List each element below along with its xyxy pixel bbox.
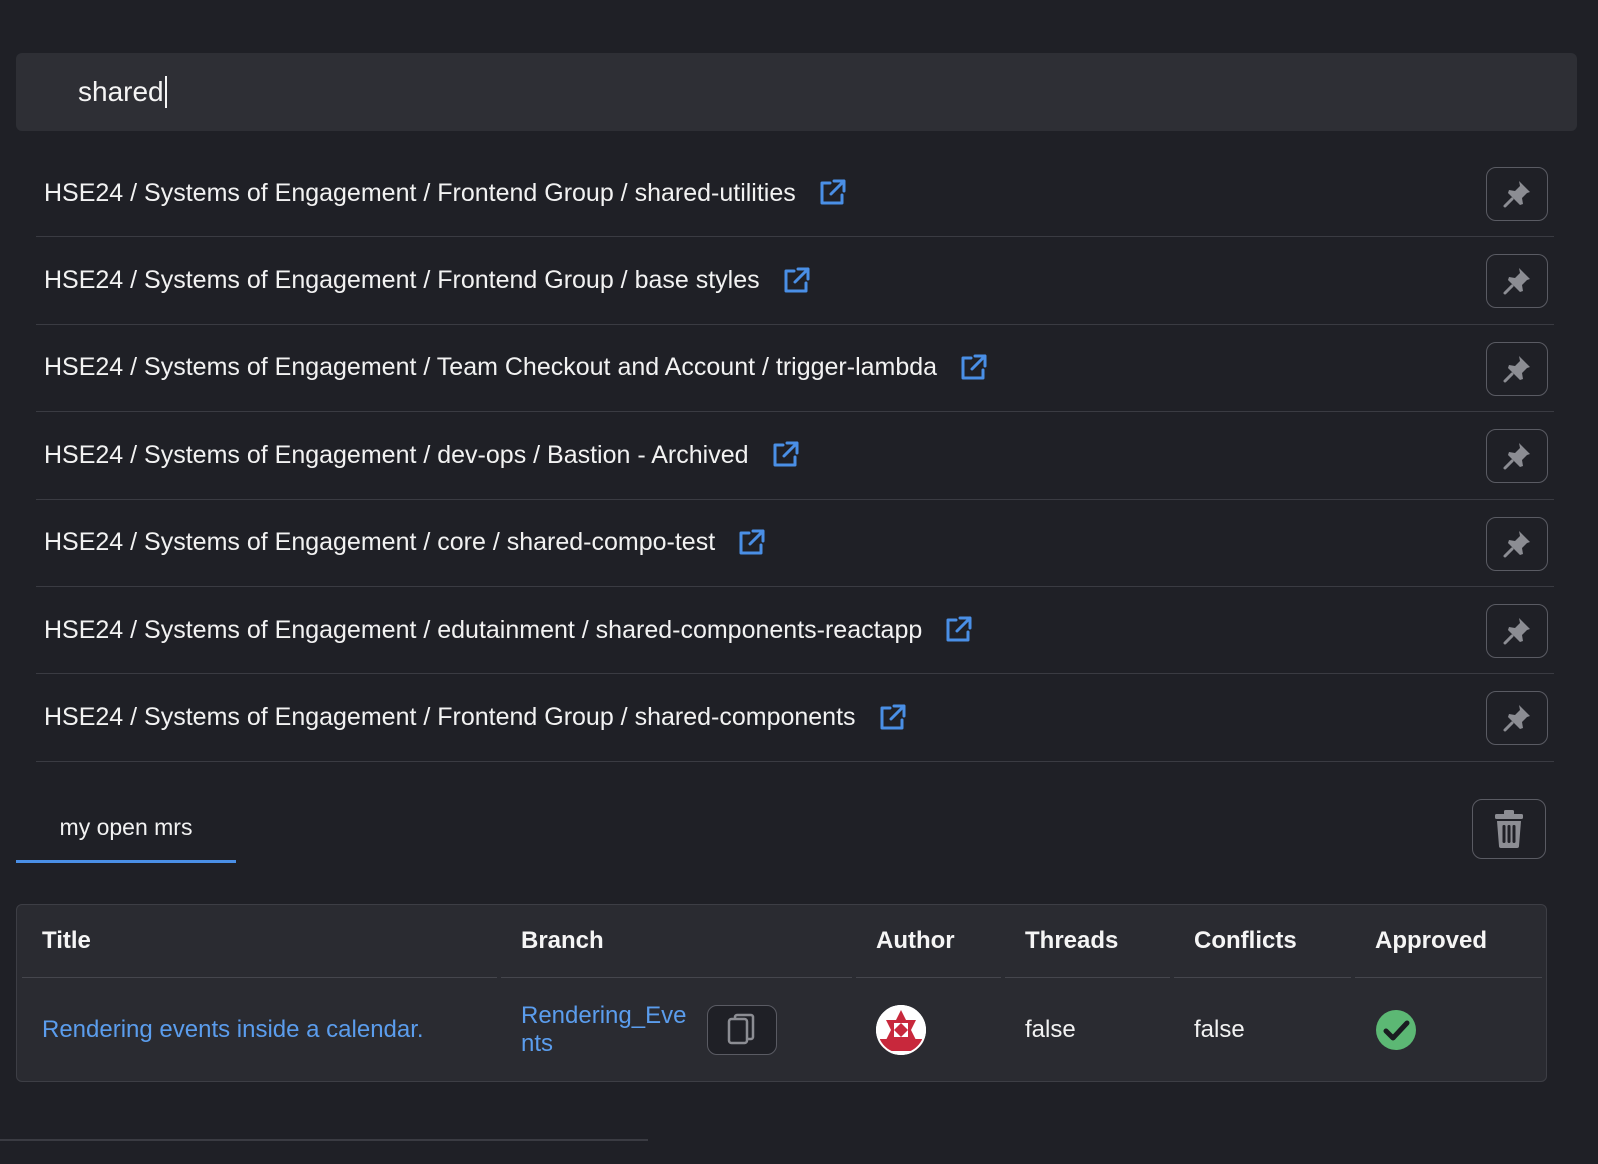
column-header-threads: Threads xyxy=(1005,905,1170,978)
branch-cell: Rendering_Events xyxy=(501,978,856,1082)
check-circle-icon xyxy=(1376,1010,1416,1050)
tab-my-open-mrs[interactable]: my open mrs xyxy=(16,795,236,863)
result-label[interactable]: HSE24 / Systems of Engagement / Frontend… xyxy=(44,703,856,732)
page: shared HSE24 / Systems of Engagement / F… xyxy=(0,0,1598,1164)
table-header-row: Title Branch Author Threads Conflicts Ap… xyxy=(22,905,1542,978)
result-item: HSE24 / Systems of Engagement / core / s… xyxy=(36,500,1554,587)
table-row: Rendering events inside a calendar. Rend… xyxy=(22,978,1542,1082)
pin-button[interactable] xyxy=(1486,254,1548,309)
external-link-icon[interactable] xyxy=(876,702,908,734)
pin-icon xyxy=(1503,355,1530,383)
result-link[interactable]: HSE24 / Systems of Engagement / Frontend… xyxy=(36,702,908,734)
pin-button[interactable] xyxy=(1486,691,1548,746)
copy-icon xyxy=(727,1013,755,1045)
divider xyxy=(0,1139,648,1141)
column-header-branch: Branch xyxy=(501,905,852,978)
pin-button[interactable] xyxy=(1486,516,1548,571)
result-label[interactable]: HSE24 / Systems of Engagement / Frontend… xyxy=(44,179,796,208)
conflicts-cell: false xyxy=(1194,1016,1245,1043)
result-item: HSE24 / Systems of Engagement / Team Che… xyxy=(36,325,1554,413)
author-avatar-icon xyxy=(876,1005,926,1055)
pin-icon xyxy=(1503,617,1530,645)
result-item: HSE24 / Systems of Engagement / Frontend… xyxy=(36,150,1554,238)
external-link-icon[interactable] xyxy=(816,177,848,209)
pin-icon xyxy=(1503,181,1530,208)
column-header-title: Title xyxy=(22,905,497,978)
pin-button[interactable] xyxy=(1486,341,1548,396)
threads-cell: false xyxy=(1025,1016,1076,1043)
branch-link[interactable]: Rendering_Events xyxy=(521,1002,693,1058)
delete-tab-button[interactable] xyxy=(1472,799,1546,859)
result-item: HSE24 / Systems of Engagement / Frontend… xyxy=(36,237,1554,325)
result-link[interactable]: HSE24 / Systems of Engagement / Frontend… xyxy=(36,177,848,209)
copy-branch-button[interactable] xyxy=(707,1005,777,1055)
external-link-icon[interactable] xyxy=(957,352,989,384)
result-link[interactable]: HSE24 / Systems of Engagement / core / s… xyxy=(36,527,767,559)
tab-bar: my open mrs xyxy=(16,795,1577,865)
pin-icon xyxy=(1503,705,1530,732)
search-input[interactable]: shared xyxy=(16,53,1577,131)
pin-icon xyxy=(1503,530,1530,558)
result-label[interactable]: HSE24 / Systems of Engagement / edutainm… xyxy=(44,616,922,645)
external-link-icon[interactable] xyxy=(735,527,767,559)
approved-cell xyxy=(1355,978,1542,1082)
result-item: HSE24 / Systems of Engagement / Frontend… xyxy=(36,674,1554,762)
mr-title-link[interactable]: Rendering events inside a calendar. xyxy=(42,1016,424,1044)
result-link[interactable]: HSE24 / Systems of Engagement / edutainm… xyxy=(36,614,974,646)
result-label[interactable]: HSE24 / Systems of Engagement / core / s… xyxy=(44,528,715,557)
column-header-approved: Approved xyxy=(1355,905,1542,978)
pin-button[interactable] xyxy=(1486,429,1548,484)
external-link-icon[interactable] xyxy=(942,614,974,646)
column-header-conflicts: Conflicts xyxy=(1174,905,1351,978)
result-label[interactable]: HSE24 / Systems of Engagement / Frontend… xyxy=(44,266,760,295)
external-link-icon[interactable] xyxy=(769,439,801,471)
author-cell xyxy=(856,978,1005,1082)
external-link-icon[interactable] xyxy=(780,265,812,297)
pin-button[interactable] xyxy=(1486,167,1548,221)
pin-icon xyxy=(1503,443,1530,470)
text-caret xyxy=(164,76,167,108)
trash-icon xyxy=(1495,810,1523,848)
result-link[interactable]: HSE24 / Systems of Engagement / Frontend… xyxy=(36,265,812,297)
pin-icon xyxy=(1503,268,1530,295)
search-input-value[interactable]: shared xyxy=(78,76,164,108)
result-label[interactable]: HSE24 / Systems of Engagement / dev-ops … xyxy=(44,441,749,470)
column-header-author: Author xyxy=(856,905,1001,978)
pin-button[interactable] xyxy=(1486,603,1548,658)
search-results-list: HSE24 / Systems of Engagement / Frontend… xyxy=(36,150,1554,762)
result-link[interactable]: HSE24 / Systems of Engagement / Team Che… xyxy=(36,352,989,384)
title-cell: Rendering events inside a calendar. xyxy=(22,978,501,1082)
merge-requests-table: Title Branch Author Threads Conflicts Ap… xyxy=(16,904,1547,1082)
result-item: HSE24 / Systems of Engagement / dev-ops … xyxy=(36,412,1554,500)
result-label[interactable]: HSE24 / Systems of Engagement / Team Che… xyxy=(44,353,937,382)
result-item: HSE24 / Systems of Engagement / edutainm… xyxy=(36,587,1554,675)
result-link[interactable]: HSE24 / Systems of Engagement / dev-ops … xyxy=(36,439,801,471)
